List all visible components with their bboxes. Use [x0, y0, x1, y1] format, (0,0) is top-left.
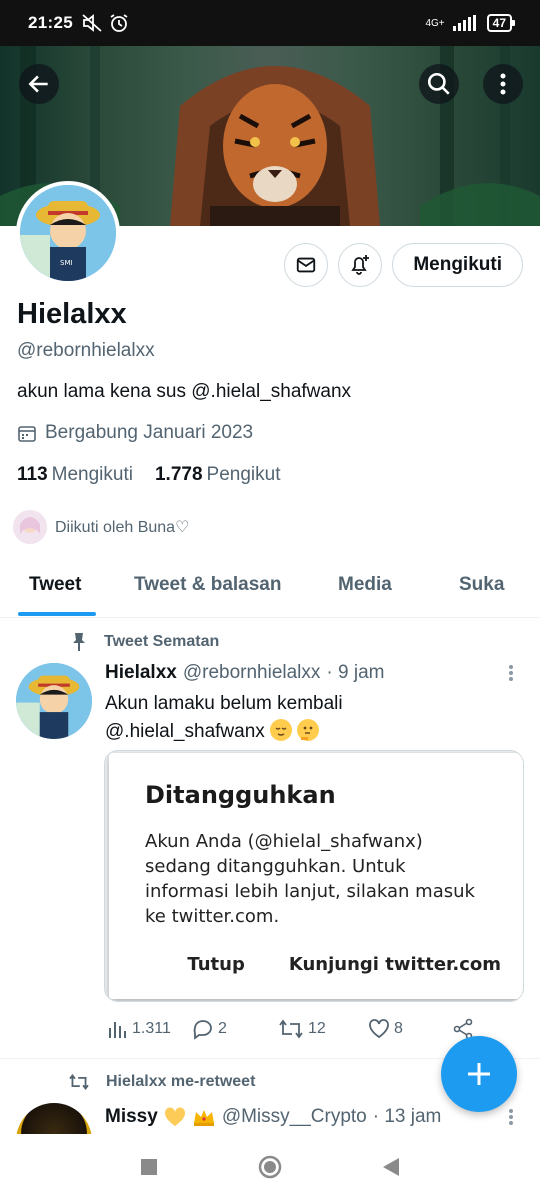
reply-action[interactable]: 2 [192, 1018, 227, 1040]
profile-avatar[interactable]: SMI [16, 181, 120, 285]
tweet-text-line1: Akun lamaku belum kembali [105, 693, 343, 714]
more-vertical-icon [509, 1109, 513, 1125]
tweet-media-image[interactable]: Ditangguhkan Akun Anda (@hielal_shafwanx… [104, 750, 524, 1002]
retweet-icon [69, 1073, 89, 1091]
follower-avatar [13, 510, 47, 544]
relieved-emoji-icon [270, 719, 293, 741]
tweet-more-button[interactable] [508, 664, 514, 687]
tweet2-author-name[interactable]: Missy [105, 1106, 158, 1128]
home-icon[interactable] [257, 1154, 283, 1180]
profile-name: Hielalxx [17, 298, 127, 330]
follow-stats: 113 Mengikuti 1.778 Pengikut [17, 464, 280, 486]
joined-date: Bergabung Januari 2023 [17, 422, 253, 444]
retweet-label-text: Hielalxx me-retweet [106, 1073, 256, 1090]
system-nav-bar [0, 1134, 540, 1200]
network-type: 4G+ [425, 17, 445, 29]
reply-icon [193, 1020, 212, 1040]
plus-icon [468, 1063, 490, 1085]
arrow-left-icon [28, 75, 48, 93]
avatar-image: SMI [20, 185, 116, 281]
pinned-label: Tweet Sematan [70, 632, 219, 652]
search-button[interactable] [419, 64, 459, 104]
profile-tabs: Tweet Tweet & balasan Media Suka [0, 560, 540, 618]
status-bar: 21:25 4G+ 47 [0, 0, 540, 46]
profile-bio: akun lama kena sus @.hielal_shafwanx [17, 381, 352, 402]
thinking-emoji-icon [297, 719, 320, 741]
tweet-text-line2-wrap: @.hielal_shafwanx [105, 718, 505, 746]
message-button[interactable] [284, 243, 329, 287]
more-vertical-icon [509, 665, 513, 681]
followers-label: Pengikut [206, 464, 281, 485]
tweet-author-handle[interactable]: @rebornhielalxx [183, 662, 321, 684]
tweet2-header: Missy @Missy__Crypto · 13 jam [105, 1106, 441, 1128]
followers-count: 1.778 [154, 464, 203, 485]
tweet2-more-button[interactable] [508, 1108, 514, 1131]
following-link[interactable]: 113 Mengikuti [17, 464, 133, 486]
tweet-header: Hielalxx @rebornhielalxx · 9 jam [105, 662, 384, 684]
back-nav-icon[interactable] [381, 1156, 401, 1178]
retweet-icon [279, 1019, 303, 1039]
search-icon [427, 72, 450, 95]
status-time: 21:25 [28, 13, 73, 32]
tweet2-time: · 13 jam [372, 1106, 442, 1127]
following-label: Mengikuti [51, 464, 133, 485]
following-count: 113 [17, 464, 48, 485]
status-right: 4G+ 47 [425, 14, 516, 32]
recent-apps-icon[interactable] [139, 1157, 159, 1177]
tab-likes[interactable]: Suka [459, 574, 504, 596]
suspended-dialog: Ditangguhkan Akun Anda (@hielal_shafwanx… [109, 753, 523, 999]
pinned-text: Tweet Sematan [104, 633, 220, 650]
like-count: 8 [394, 1020, 403, 1037]
more-vertical-icon [500, 73, 506, 95]
mail-icon [297, 257, 316, 273]
followed-by[interactable]: Diikuti oleh Buna♡ [13, 510, 189, 544]
notifications-button[interactable] [338, 243, 383, 287]
reply-count: 2 [218, 1020, 227, 1037]
alarm-icon [110, 14, 128, 32]
calendar-icon [18, 426, 36, 442]
tiger-image [170, 66, 380, 226]
joined-label: Bergabung Januari 2023 [45, 422, 254, 443]
svg-text:SMI: SMI [60, 259, 73, 267]
active-tab-indicator [18, 612, 96, 616]
retweet-label: Hielalxx me-retweet [68, 1073, 255, 1091]
retweet-action[interactable]: 12 [278, 1018, 326, 1040]
followed-by-label: Diikuti oleh Buna♡ [55, 519, 190, 536]
battery-indicator: 47 [486, 14, 516, 32]
profile-actions: Mengikuti [284, 243, 523, 287]
tweet2-author-handle[interactable]: @Missy__Crypto [222, 1106, 367, 1128]
analytics-icon [109, 1022, 126, 1038]
back-button[interactable] [19, 64, 59, 104]
tweet-text: Akun lamaku belum kembali @.hielal_shafw… [105, 690, 505, 746]
crown-icon [193, 1110, 214, 1126]
status-icons [81, 13, 129, 33]
dialog-visit-button: Kunjungi twitter.com [288, 954, 501, 975]
pin-icon [73, 633, 85, 651]
like-action[interactable]: 8 [368, 1018, 403, 1040]
views-stat[interactable]: 1.311 [106, 1018, 171, 1040]
tab-tweet-replies[interactable]: Tweet & balasan [134, 574, 281, 596]
dialog-close-button: Tutup [187, 954, 245, 975]
retweet-count: 12 [308, 1020, 326, 1037]
signal-icon [452, 15, 476, 31]
tweet-author-name[interactable]: Hielalxx [105, 662, 177, 684]
yellow-heart-icon [164, 1107, 185, 1126]
views-count: 1.311 [132, 1020, 171, 1037]
tab-media[interactable]: Media [338, 574, 392, 596]
bell-plus-icon [351, 255, 370, 275]
dialog-body: Akun Anda (@hielal_shafwanx) sedang dita… [145, 831, 475, 927]
tweet-mention[interactable]: @.hielal_shafwanx [105, 721, 265, 742]
dialog-buttons: Tutup Kunjungi twitter.com [187, 954, 501, 975]
tweet-time: · 9 jam [326, 662, 385, 683]
tweet-avatar[interactable] [16, 663, 92, 739]
more-options-button[interactable] [483, 64, 523, 104]
profile-handle: @rebornhielalxx [17, 340, 155, 361]
mute-icon [82, 14, 102, 32]
heart-icon [369, 1019, 389, 1039]
following-button[interactable]: Mengikuti [392, 243, 523, 287]
dialog-title: Ditangguhkan [145, 781, 336, 809]
compose-tweet-button[interactable] [441, 1036, 517, 1112]
tab-tweet[interactable]: Tweet [29, 574, 81, 596]
followers-link[interactable]: 1.778 Pengikut [155, 464, 281, 486]
